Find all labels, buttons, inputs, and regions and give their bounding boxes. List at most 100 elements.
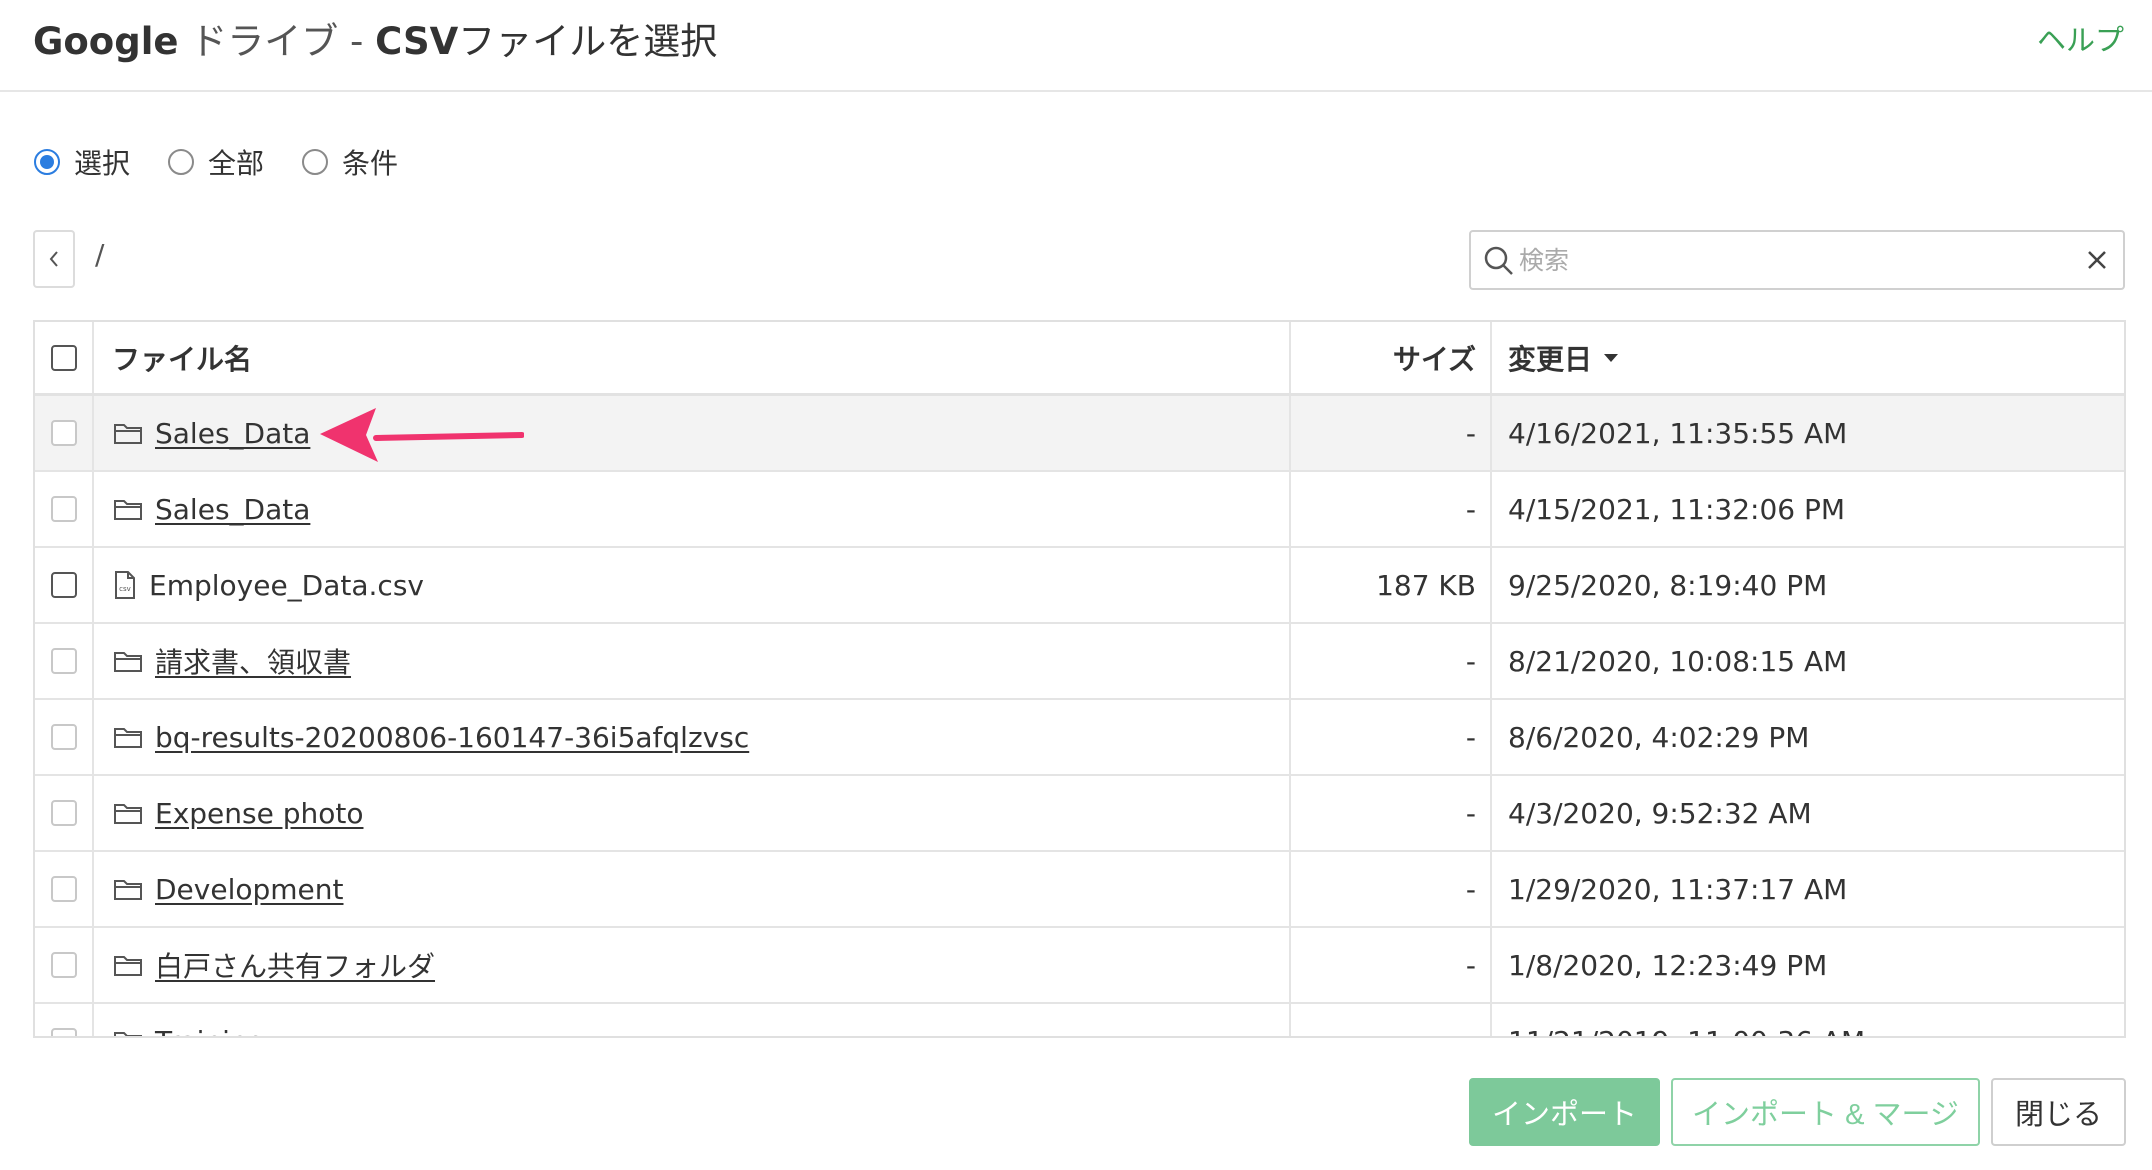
table-row[interactable]: 白戸さん共有フォルダ -1/8/2020, 12:23:49 PM xyxy=(35,928,2124,1004)
row-checkbox[interactable] xyxy=(50,572,77,598)
radio-condition[interactable]: 条件 xyxy=(302,142,398,182)
annotation-arrow xyxy=(320,408,524,462)
file-size: - xyxy=(1465,416,1476,450)
folder-icon xyxy=(113,725,143,749)
row-checkbox[interactable] xyxy=(50,420,77,446)
row-check-cell xyxy=(35,624,94,698)
help-link[interactable]: ヘルプ xyxy=(2037,20,2124,60)
row-modified-cell: 1/8/2020, 12:23:49 PM xyxy=(1492,928,2124,1002)
row-check-cell xyxy=(35,928,94,1002)
row-name-cell: 白戸さん共有フォルダ xyxy=(94,928,1291,1002)
folder-link[interactable]: Development xyxy=(155,873,344,906)
modified-date: 1/29/2020, 11:37:17 AM xyxy=(1508,872,1848,906)
folder-link[interactable]: Training xyxy=(155,1025,265,1037)
row-size-cell: - xyxy=(1291,700,1492,774)
row-check-cell xyxy=(35,396,94,470)
row-check-cell xyxy=(35,776,94,850)
row-checkbox[interactable] xyxy=(50,876,77,902)
title-brand: Google xyxy=(33,20,179,63)
file-size: - xyxy=(1465,720,1476,754)
row-size-cell: - xyxy=(1291,852,1492,926)
row-size-cell: 187 KB xyxy=(1291,548,1492,622)
row-checkbox[interactable] xyxy=(50,648,77,674)
folder-link[interactable]: Expense photo xyxy=(155,797,363,830)
folder-icon xyxy=(113,953,143,977)
row-modified-cell: 9/25/2020, 8:19:40 PM xyxy=(1492,548,2124,622)
folder-link[interactable]: 請求書、領収書 xyxy=(155,641,351,681)
row-size-cell: - xyxy=(1291,776,1492,850)
folder-icon xyxy=(113,649,143,673)
folder-icon xyxy=(113,421,143,445)
row-modified-cell: 4/3/2020, 9:52:32 AM xyxy=(1492,776,2124,850)
select-all-checkbox[interactable] xyxy=(50,344,77,371)
title-rest: ファイルを選択 xyxy=(458,20,718,63)
row-name-cell: bq-results-20200806-160147-36i5afqlzvsc xyxy=(94,700,1291,774)
file-size: - xyxy=(1465,872,1476,906)
close-icon[interactable] xyxy=(2085,248,2109,276)
radio-all[interactable]: 全部 xyxy=(168,142,264,182)
row-checkbox[interactable] xyxy=(50,496,77,522)
close-button[interactable]: 閉じる xyxy=(1991,1078,2126,1146)
modified-date: 4/15/2021, 11:32:06 PM xyxy=(1508,492,1846,526)
import-merge-button[interactable]: インポート & マージ xyxy=(1671,1078,1980,1146)
radio-condition-circle[interactable] xyxy=(302,149,329,175)
row-size-cell: - xyxy=(1291,1004,1492,1036)
row-name-cell: 請求書、領収書 xyxy=(94,624,1291,698)
row-modified-cell: 1/29/2020, 11:37:17 AM xyxy=(1492,852,2124,926)
caret-down-icon xyxy=(1604,353,1619,362)
modified-date: 4/16/2021, 11:35:55 AM xyxy=(1508,416,1848,450)
row-checkbox[interactable] xyxy=(50,952,77,978)
selection-mode-group: 選択 全部 条件 xyxy=(34,140,436,184)
header-check-cell xyxy=(35,322,94,393)
row-modified-cell: 4/16/2021, 11:35:55 AM xyxy=(1492,396,2124,470)
row-checkbox[interactable] xyxy=(50,800,77,826)
table-row[interactable]: Training - 11/21/2019, 11:00:36 AM xyxy=(35,1004,2124,1037)
back-button[interactable] xyxy=(33,230,75,288)
row-name-cell: Sales_Data xyxy=(94,472,1291,546)
row-name-cell: Training xyxy=(94,1004,1291,1037)
row-checkbox[interactable] xyxy=(50,724,77,750)
radio-all-circle[interactable] xyxy=(168,149,195,175)
folder-icon xyxy=(113,497,143,521)
file-size: - xyxy=(1465,492,1476,526)
row-check-cell xyxy=(35,852,94,926)
search-box[interactable] xyxy=(1469,230,2125,290)
row-checkbox[interactable] xyxy=(50,1028,77,1036)
row-modified-cell: 8/21/2020, 10:08:15 AM xyxy=(1492,624,2124,698)
folder-icon xyxy=(113,1029,143,1036)
title-csv: CSV xyxy=(375,20,459,63)
table-header-row: ファイル名 サイズ 変更日 xyxy=(35,322,2124,396)
radio-select-circle[interactable] xyxy=(34,149,60,175)
table-row[interactable]: Development -1/29/2020, 11:37:17 AM xyxy=(35,852,2124,928)
column-header-modified: 変更日 xyxy=(1508,342,1593,376)
radio-select[interactable]: 選択 xyxy=(34,142,130,182)
folder-icon xyxy=(113,877,143,901)
radio-condition-label: 条件 xyxy=(342,147,399,180)
folder-link[interactable]: bq-results-20200806-160147-36i5afqlzvsc xyxy=(155,721,749,754)
column-header-name: ファイル名 xyxy=(112,342,253,376)
row-check-cell xyxy=(35,472,94,546)
modified-date: 8/21/2020, 10:08:15 AM xyxy=(1508,644,1848,678)
csv-file-picker-dialog: Google ドライブ - CSVファイルを選択 ヘルプ 選択 全部 条件 / xyxy=(0,0,2152,1170)
table-row[interactable]: csv Employee_Data.csv 187 KB 9/25/2020, 8:1… xyxy=(35,548,2124,624)
folder-link[interactable]: Sales_Data xyxy=(155,417,310,450)
folder-link[interactable]: Sales_Data xyxy=(155,493,310,526)
table-row[interactable]: Expense photo -4/3/2020, 9:52:32 AM xyxy=(35,776,2124,852)
table-row[interactable]: Sales_Data -4/15/2021, 11:32:06 PM xyxy=(35,472,2124,548)
file-size: - xyxy=(1465,948,1476,982)
file-size: - xyxy=(1465,644,1476,678)
modified-date: 1/8/2020, 12:23:49 PM xyxy=(1508,948,1828,982)
folder-link[interactable]: 白戸さん共有フォルダ xyxy=(155,945,435,985)
table-row[interactable]: bq-results-20200806-160147-36i5afqlzvsc -… xyxy=(35,700,2124,776)
file-size: - xyxy=(1465,796,1476,830)
import-button[interactable]: インポート xyxy=(1469,1078,1660,1146)
header-size-cell[interactable]: サイズ xyxy=(1291,322,1492,393)
row-modified-cell: 4/15/2021, 11:32:06 PM xyxy=(1492,472,2124,546)
row-size-cell: - xyxy=(1291,624,1492,698)
modified-date: 8/6/2020, 4:02:29 PM xyxy=(1508,720,1810,754)
row-check-cell xyxy=(35,700,94,774)
search-input[interactable] xyxy=(1519,242,2059,278)
header-name-cell[interactable]: ファイル名 xyxy=(94,322,1291,393)
table-row[interactable]: 請求書、領収書 -8/21/2020, 10:08:15 AM xyxy=(35,624,2124,700)
header-modified-cell[interactable]: 変更日 xyxy=(1492,322,2124,393)
